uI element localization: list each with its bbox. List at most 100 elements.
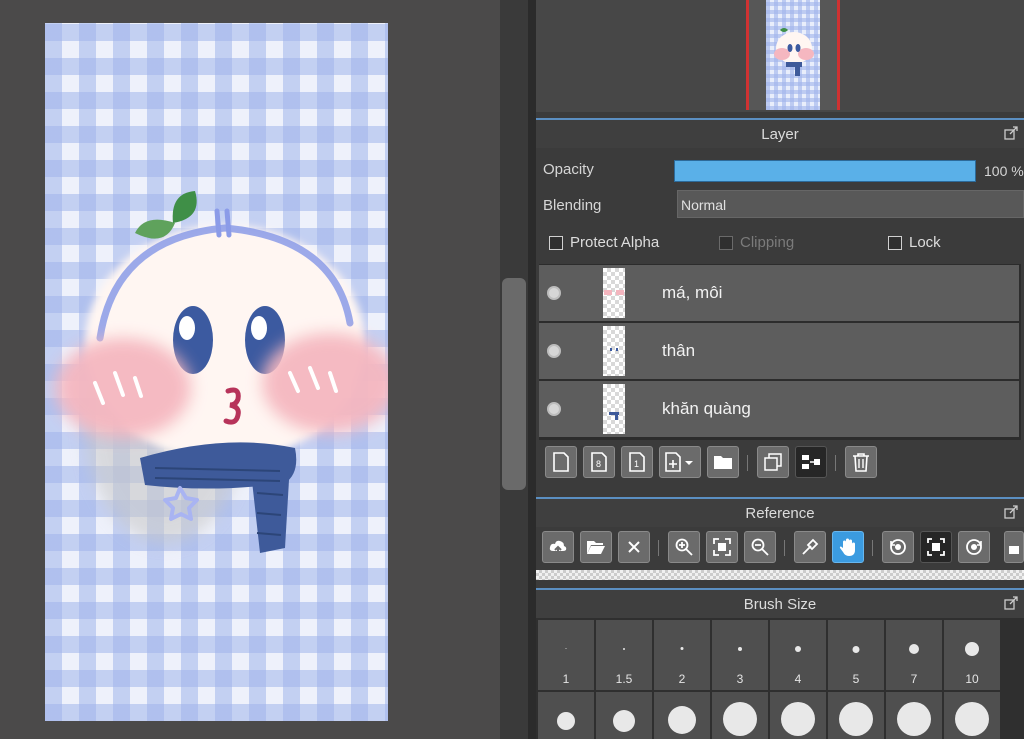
eyedropper-icon bbox=[802, 538, 819, 555]
popout-icon[interactable] bbox=[1004, 505, 1018, 519]
zoom-in-button[interactable] bbox=[668, 531, 700, 563]
toolbar-separator bbox=[835, 455, 836, 471]
new-layer-icon bbox=[553, 452, 569, 472]
brush-size-cell[interactable] bbox=[944, 692, 1000, 739]
layer-panel-title: Layer bbox=[761, 125, 799, 143]
more-reference-button[interactable] bbox=[1004, 531, 1024, 563]
artwork-canvas[interactable] bbox=[45, 23, 388, 721]
layer-row[interactable]: má, môi bbox=[539, 265, 1019, 321]
popout-icon[interactable] bbox=[1004, 126, 1018, 140]
new-folder-button[interactable] bbox=[707, 446, 739, 478]
layer-thumb-scarf bbox=[609, 412, 619, 420]
hand-tool-button[interactable] bbox=[832, 531, 864, 563]
opacity-row: Opacity 100 % bbox=[536, 152, 1024, 188]
reference-close-button[interactable] bbox=[618, 531, 650, 563]
rotate-icon bbox=[890, 539, 906, 555]
brush-size-cell[interactable]: 5 bbox=[828, 620, 884, 690]
delete-layer-button[interactable] bbox=[845, 446, 877, 478]
layer-visibility-toggle[interactable] bbox=[547, 402, 561, 416]
brush-size-grid: 1 1.5 2 3 4 5 7 10 bbox=[536, 618, 1024, 739]
brush-size-cell[interactable] bbox=[770, 692, 826, 739]
brush-size-cell[interactable] bbox=[886, 692, 942, 739]
layer-panel-header: Layer bbox=[536, 118, 1024, 148]
panel-divider[interactable] bbox=[528, 0, 536, 739]
brush-size-panel-header: Brush Size bbox=[536, 588, 1024, 618]
lock-checkbox[interactable]: Lock bbox=[888, 234, 941, 251]
zoom-out-button[interactable] bbox=[744, 531, 776, 563]
merge-layer-button[interactable] bbox=[795, 446, 827, 478]
brush-preview-dot bbox=[680, 647, 684, 650]
layer-row[interactable]: khăn quàng bbox=[539, 381, 1019, 437]
canvas-scrollbar-thumb[interactable] bbox=[502, 278, 526, 490]
layer-name: khăn quàng bbox=[662, 399, 751, 418]
open-folder-icon bbox=[587, 541, 605, 554]
fit-screen-button[interactable] bbox=[706, 531, 738, 563]
popout-icon[interactable] bbox=[1004, 596, 1018, 610]
right-panel: Layer Opacity 100 % Blending Normal Prot… bbox=[536, 0, 1024, 739]
canvas-area[interactable] bbox=[0, 0, 528, 739]
zoom-in-icon bbox=[675, 538, 693, 556]
brush-size-cell[interactable]: 1.5 bbox=[596, 620, 652, 690]
reference-upload-button[interactable] bbox=[542, 531, 574, 563]
clipping-box[interactable] bbox=[719, 235, 733, 250]
new-8bit-layer-button[interactable]: 8 bbox=[583, 446, 615, 478]
brush-size-cell[interactable]: 10 bbox=[944, 620, 1000, 690]
brush-size-cell[interactable] bbox=[596, 692, 652, 739]
clipping-checkbox[interactable]: Clipping bbox=[719, 234, 794, 251]
brush-size-label: 5 bbox=[852, 672, 860, 686]
lock-label: Lock bbox=[909, 234, 941, 251]
add-layer-menu-button[interactable] bbox=[659, 446, 701, 478]
brush-size-label: 7 bbox=[910, 672, 918, 686]
navigator-preview-art bbox=[774, 28, 814, 76]
brush-size-panel-title: Brush Size bbox=[743, 595, 817, 613]
brush-preview-dot bbox=[613, 710, 635, 732]
brush-size-label: 3 bbox=[736, 672, 744, 686]
reference-open-button[interactable] bbox=[580, 531, 612, 563]
svg-text:8: 8 bbox=[596, 459, 601, 469]
protect-alpha-checkbox[interactable]: Protect Alpha bbox=[549, 234, 659, 251]
fit-screen-icon bbox=[713, 538, 731, 556]
navigator-panel[interactable] bbox=[536, 0, 1024, 112]
navigator-thumbnail bbox=[766, 0, 820, 110]
eyedropper-button[interactable] bbox=[794, 531, 826, 563]
brush-size-cell[interactable]: 7 bbox=[886, 620, 942, 690]
rotate-button[interactable] bbox=[882, 531, 914, 563]
brush-size-cell[interactable]: 3 bbox=[712, 620, 768, 690]
brush-preview-dot bbox=[795, 646, 801, 652]
layer-visibility-toggle[interactable] bbox=[547, 344, 561, 358]
protect-alpha-box[interactable] bbox=[549, 235, 563, 250]
lock-icon bbox=[1009, 546, 1019, 554]
brush-size-cell[interactable] bbox=[828, 692, 884, 739]
layer-options-row: Protect Alpha Clipping Lock bbox=[536, 234, 1024, 254]
brush-size-cell[interactable]: 1 bbox=[538, 620, 594, 690]
brush-preview-dot bbox=[839, 702, 873, 736]
brush-size-label: 4 bbox=[794, 672, 802, 686]
brush-size-cell[interactable]: 4 bbox=[770, 620, 826, 690]
layer-visibility-toggle[interactable] bbox=[547, 286, 561, 300]
duplicate-layer-button[interactable] bbox=[757, 446, 789, 478]
fit-reference-button[interactable] bbox=[920, 531, 952, 563]
opacity-slider[interactable] bbox=[674, 160, 976, 182]
close-icon bbox=[628, 541, 640, 553]
reset-view-button[interactable] bbox=[958, 531, 990, 563]
new-1bit-layer-button[interactable]: 1 bbox=[621, 446, 653, 478]
lock-box[interactable] bbox=[888, 235, 902, 250]
navigator-view-frame[interactable] bbox=[746, 0, 840, 110]
reference-preview-strip[interactable] bbox=[536, 570, 1024, 580]
brush-size-cell[interactable] bbox=[712, 692, 768, 739]
brush-size-cell[interactable]: 2 bbox=[654, 620, 710, 690]
layer-thumbnail bbox=[603, 268, 625, 318]
layer-name: thân bbox=[662, 341, 696, 360]
folder-icon bbox=[714, 456, 732, 469]
new-layer-button[interactable] bbox=[545, 446, 577, 478]
brush-size-cell[interactable] bbox=[654, 692, 710, 739]
blending-select[interactable]: Normal bbox=[677, 190, 1024, 218]
layer-thumbnail bbox=[603, 384, 625, 434]
zoom-out-icon bbox=[751, 538, 769, 556]
add-layer-dropdown-icon bbox=[665, 452, 693, 472]
brush-size-cell[interactable] bbox=[538, 692, 594, 739]
brush-size-label: 10 bbox=[965, 672, 979, 686]
brush-preview-dot bbox=[852, 646, 860, 653]
layer-row[interactable]: thân bbox=[539, 323, 1019, 379]
opacity-label: Opacity bbox=[543, 161, 594, 178]
